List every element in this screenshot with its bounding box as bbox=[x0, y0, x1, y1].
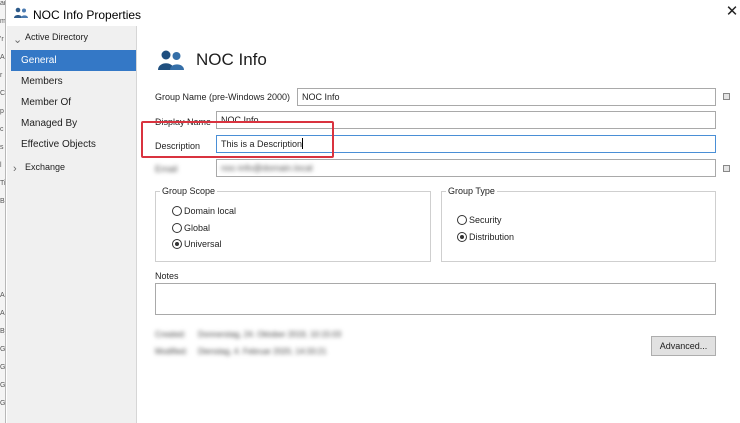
email-label: Email bbox=[155, 164, 178, 174]
window-title: NOC Info Properties bbox=[33, 8, 142, 22]
radio-button[interactable] bbox=[172, 239, 182, 249]
email-field[interactable]: noc-info@domain.local bbox=[216, 159, 716, 177]
group-icon bbox=[158, 50, 184, 70]
radio-button[interactable] bbox=[172, 206, 182, 216]
group-name-label: Group Name (pre-Windows 2000) bbox=[155, 92, 291, 102]
radio-button[interactable] bbox=[457, 215, 467, 225]
modified-value: Dienstag, 4. Februar 2020, 14:33:21 bbox=[198, 347, 327, 356]
sidebar-item-managed-by[interactable]: Managed By bbox=[11, 113, 136, 134]
radio-button[interactable] bbox=[172, 223, 182, 233]
group-type-box bbox=[441, 191, 716, 262]
page-title: NOC Info bbox=[196, 50, 267, 69]
created-label: Created: bbox=[155, 330, 186, 339]
chevron-down-icon: ⌄ bbox=[13, 34, 23, 46]
sidebar-nav: ⌄ Active Directory General Members Membe… bbox=[7, 26, 137, 423]
sidebar-item-effective-objects[interactable]: Effective Objects bbox=[11, 134, 136, 155]
close-button[interactable]: ✕ bbox=[724, 4, 740, 20]
radio-button[interactable] bbox=[457, 232, 467, 242]
group-type-title: Group Type bbox=[446, 186, 497, 196]
title-bar: NOC Info Properties ✕ bbox=[6, 0, 740, 28]
notes-label: Notes bbox=[155, 271, 179, 281]
group-scope-title: Group Scope bbox=[160, 186, 218, 196]
email-value: noc-info@domain.local bbox=[221, 163, 313, 173]
modified-label: Modified: bbox=[155, 347, 188, 356]
expand-icon[interactable] bbox=[723, 93, 730, 100]
group-name-field[interactable]: NOC Info bbox=[297, 88, 716, 106]
sidebar-item-member-of[interactable]: Member Of bbox=[11, 92, 136, 113]
advanced-button[interactable]: Advanced... bbox=[651, 336, 716, 356]
nav-section-label: Active Directory bbox=[25, 32, 89, 42]
notes-textarea[interactable] bbox=[155, 283, 716, 315]
expand-icon[interactable] bbox=[723, 165, 730, 172]
sidebar-item-members[interactable]: Members bbox=[11, 71, 136, 92]
annotation-highlight-box bbox=[141, 121, 334, 158]
sidebar-item-general[interactable]: General bbox=[11, 50, 136, 71]
chevron-right-icon: › bbox=[13, 163, 17, 175]
nav-section-exchange[interactable]: › Exchange bbox=[7, 160, 137, 182]
created-value: Donnerstag, 24. Oktober 2019, 10:15:03 bbox=[198, 330, 342, 339]
nav-section-active-directory[interactable]: ⌄ Active Directory bbox=[7, 30, 137, 52]
group-icon bbox=[14, 7, 28, 18]
nav-section-label: Exchange bbox=[25, 162, 66, 172]
